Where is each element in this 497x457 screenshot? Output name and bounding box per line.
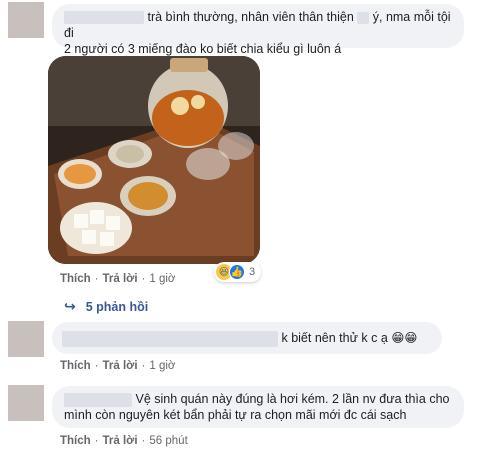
separator-dot: · [94,360,99,372]
commenter-avatar[interactable] [8,2,44,38]
separator-dot: · [141,360,146,372]
like-button[interactable]: Thích [60,360,91,372]
commenter-avatar[interactable] [8,321,44,357]
separator-dot: · [141,435,146,447]
like-icon: 👍 [229,264,245,280]
comment-photo[interactable] [48,56,260,264]
reply-button[interactable]: Trả lời [103,360,138,372]
timestamp[interactable]: 56 phút [149,435,187,447]
separator-dot: · [94,273,99,285]
comment-text: k biết nên thử k c ạ [281,331,388,345]
comment-actions: Thích · Trả lời · 1 giờ [60,273,175,285]
replies-count-label: 5 phản hồi [85,299,149,314]
comment-text: Vệ sinh quán này đúng là hơi kém. 2 lần … [135,392,450,406]
tea-tray-photo [48,56,260,264]
reply-arrow-icon: ↪ [64,298,76,314]
commenter-avatar[interactable] [8,385,44,421]
redacted-name[interactable] [62,330,278,347]
view-replies-link[interactable]: ↪ 5 phản hồi [64,298,148,315]
redacted-word [357,11,370,24]
separator-dot: · [141,273,146,285]
timestamp[interactable]: 1 giờ [149,360,175,372]
reaction-count: 3 [249,266,256,278]
comment-actions: Thích · Trả lời · 56 phút [60,435,188,447]
reply-button[interactable]: Trả lời [103,435,138,447]
like-button[interactable]: Thích [60,273,91,285]
redacted-name[interactable] [64,392,132,407]
comment-bubble: trà bình thường, nhân viên thân thiện ý,… [52,4,464,56]
comment-text-line-2: 2 người có 3 miếng đào ko biết chia kiểu… [64,42,342,56]
reaction-summary[interactable]: 😆 👍 3 [214,262,262,282]
comment-text-line-2: mình còn nguyên két bẩn phải tự ra chọn … [64,408,407,422]
comment-text: trà bình thường, nhân viên thân thiện [147,10,354,24]
comment-text-line-1: Vệ sinh quán này đúng là hơi kém. 2 lần … [64,391,452,407]
comment-bubble: k biết nên thử k c ạ 😁😁 [52,322,442,354]
comment-bubble: Vệ sinh quán này đúng là hơi kém. 2 lần … [52,386,464,428]
grin-emoji-icon: 😁😁 [391,331,418,345]
comment-text-line-1: trà bình thường, nhân viên thân thiện ý,… [64,9,452,41]
timestamp[interactable]: 1 giờ [149,273,175,285]
comment-actions: Thích · Trả lời · 1 giờ [60,360,175,372]
like-button[interactable]: Thích [60,435,91,447]
redacted-name[interactable] [64,11,144,25]
separator-dot: · [94,435,99,447]
reply-button[interactable]: Trả lời [103,273,138,285]
